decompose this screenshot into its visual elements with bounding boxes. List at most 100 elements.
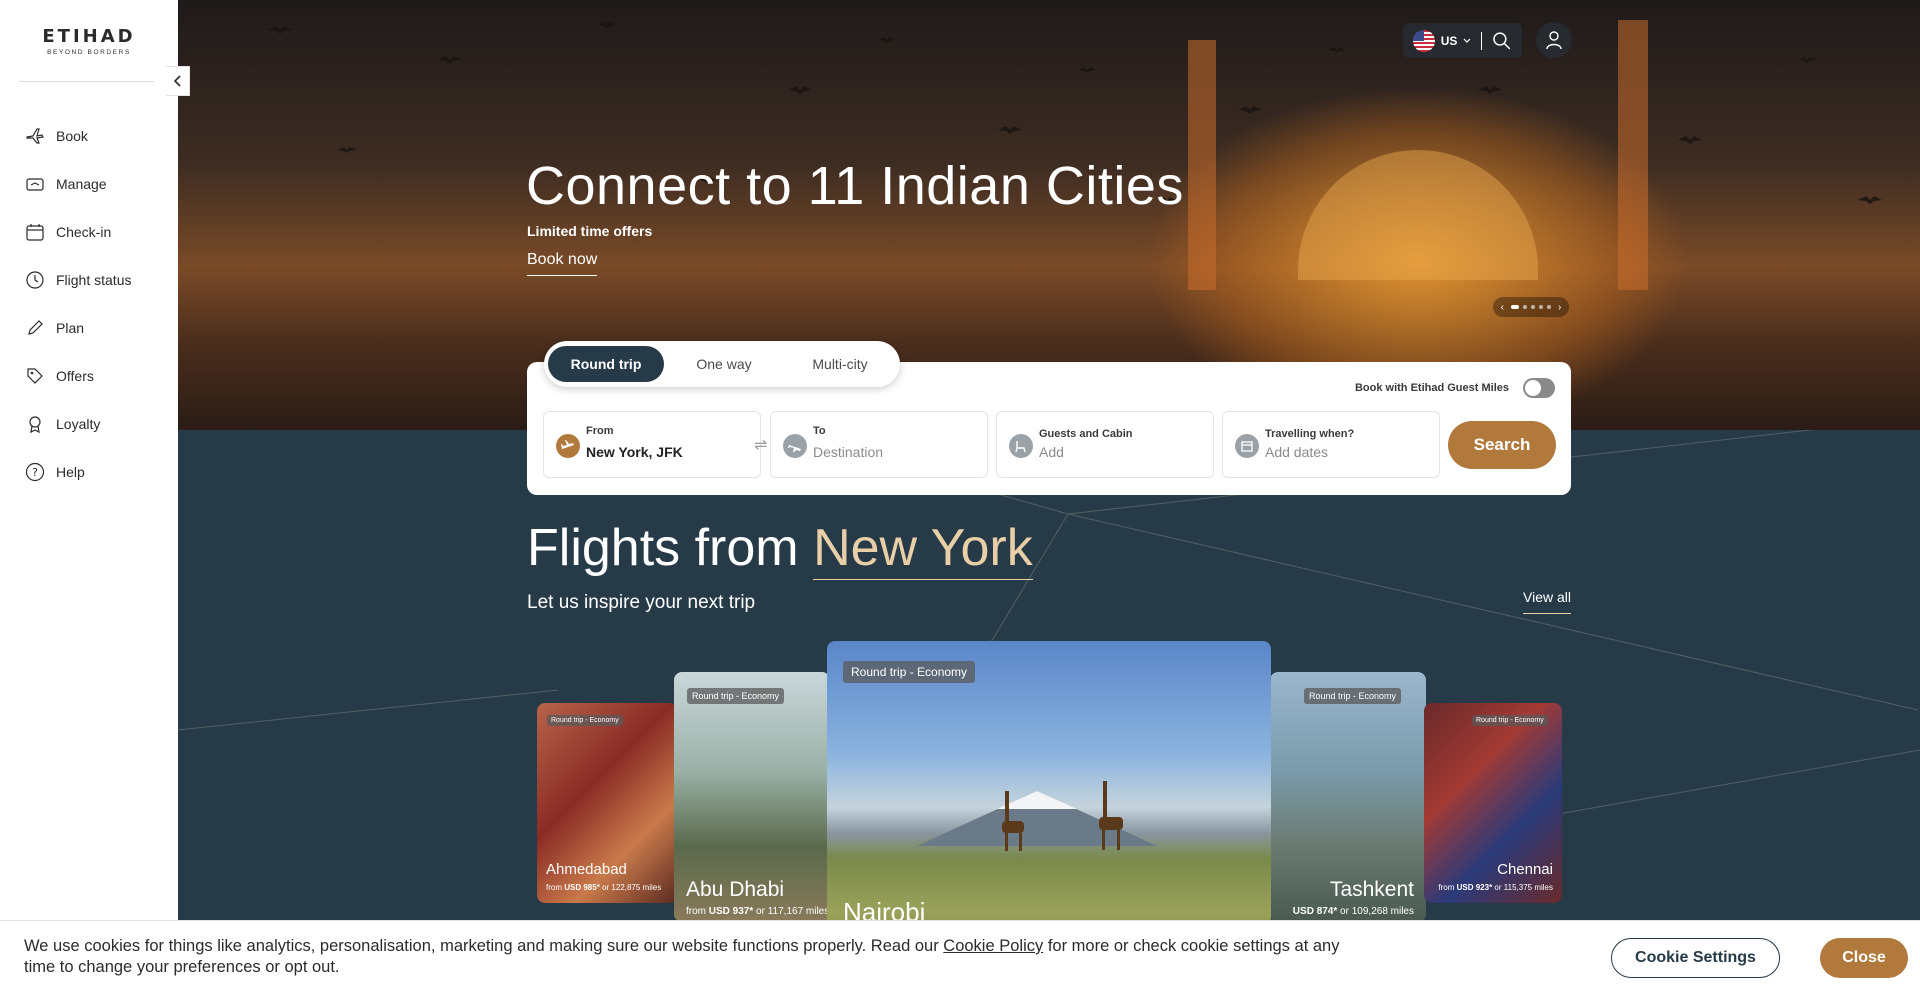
carousel-dot[interactable] bbox=[1539, 305, 1543, 309]
user-icon bbox=[1546, 31, 1562, 50]
carousel-next-icon[interactable]: › bbox=[1558, 302, 1561, 313]
chevron-down-icon bbox=[1463, 38, 1471, 43]
cookie-banner: We use cookies for things like analytics… bbox=[0, 920, 1920, 993]
sidebar-item-label: Plan bbox=[56, 320, 85, 336]
hero-title: Connect to 11 Indian Cities bbox=[526, 156, 1184, 216]
cookie-policy-link[interactable]: Cookie Policy bbox=[943, 937, 1043, 955]
locale-selector[interactable]: US bbox=[1403, 23, 1522, 58]
miles-toggle: Book with Etihad Guest Miles bbox=[1355, 378, 1555, 398]
plane-icon bbox=[24, 125, 46, 147]
cookie-text: We use cookies for things like analytics… bbox=[24, 937, 944, 955]
fare-type-badge: Round trip - Economy bbox=[843, 661, 976, 683]
sidebar: ETIHAD BEYOND BORDERS Book Manage Check-… bbox=[0, 0, 178, 993]
flights-title-prefix: Flights from bbox=[527, 519, 799, 577]
destination-city: Abu Dhabi bbox=[686, 878, 785, 901]
sidebar-item-book[interactable]: Book bbox=[24, 112, 131, 160]
sidebar-item-flight-status[interactable]: Flight status bbox=[24, 256, 131, 304]
destination-card-abu-dhabi[interactable]: Round trip - Economy Abu Dhabi from USD … bbox=[674, 672, 830, 922]
sidebar-item-check-in[interactable]: Check-in bbox=[24, 208, 131, 256]
miles-toggle-switch[interactable] bbox=[1523, 378, 1555, 398]
tab-round-trip[interactable]: Round trip bbox=[548, 346, 664, 382]
ticket-icon bbox=[24, 173, 46, 195]
departure-icon bbox=[556, 434, 580, 458]
destination-price: from USD 923* or 115,375 miles bbox=[1438, 883, 1553, 892]
destination-price: from USD 985* or 122,875 miles bbox=[546, 883, 662, 892]
sidebar-item-offers[interactable]: Offers bbox=[24, 352, 131, 400]
carousel-dot[interactable] bbox=[1523, 305, 1527, 309]
cookie-close-button[interactable]: Close bbox=[1820, 938, 1908, 978]
fare-type-badge: Round trip - Economy bbox=[1472, 715, 1548, 726]
seat-icon bbox=[1009, 434, 1033, 458]
swap-icon[interactable]: ⇌ bbox=[754, 435, 767, 455]
medal-icon bbox=[24, 413, 46, 435]
destination-city: Tashkent bbox=[1329, 878, 1414, 901]
arrival-icon bbox=[783, 434, 807, 458]
guests-label: Guests and Cabin bbox=[1039, 428, 1133, 440]
destination-card-ahmedabad[interactable]: Round trip - Economy Ahmedabad from USD … bbox=[537, 703, 677, 903]
sidebar-item-manage[interactable]: Manage bbox=[24, 160, 131, 208]
destination-card-nairobi[interactable]: Round trip - Economy Nairobi bbox=[827, 641, 1271, 961]
hero-carousel-controls: ‹ › bbox=[1493, 297, 1569, 317]
calendar-icon bbox=[24, 221, 46, 243]
profile-button[interactable] bbox=[1536, 22, 1572, 58]
logo-wordmark: ETIHAD bbox=[42, 26, 136, 47]
search-button[interactable]: Search bbox=[1448, 421, 1556, 469]
guests-cabin-field[interactable]: Guests and Cabin Add bbox=[996, 411, 1214, 478]
view-all-link[interactable]: View all bbox=[1523, 589, 1571, 614]
tab-multi-city[interactable]: Multi-city bbox=[784, 346, 896, 382]
book-now-link[interactable]: Book now bbox=[527, 251, 598, 276]
destination-card-tashkent[interactable]: Round trip - Economy Tashkent USD 874* o… bbox=[1270, 672, 1426, 922]
cookie-message: We use cookies for things like analytics… bbox=[24, 936, 1344, 978]
guests-placeholder: Add bbox=[1039, 444, 1064, 460]
sidebar-item-label: Flight status bbox=[56, 272, 132, 288]
search-icon[interactable] bbox=[1492, 31, 1512, 51]
from-field[interactable]: From New York, JFK bbox=[543, 411, 761, 478]
from-label: From bbox=[586, 425, 614, 437]
dates-label: Travelling when? bbox=[1265, 428, 1355, 440]
carousel-dot[interactable] bbox=[1547, 305, 1551, 309]
to-placeholder: Destination bbox=[813, 444, 884, 460]
dates-placeholder: Add dates bbox=[1265, 444, 1329, 460]
calendar-icon bbox=[1235, 434, 1259, 458]
flights-from-title: Flights from New York bbox=[527, 518, 1033, 580]
sidebar-item-label: Check-in bbox=[56, 224, 112, 240]
sidebar-item-label: Offers bbox=[56, 368, 94, 384]
us-flag-icon bbox=[1413, 29, 1435, 52]
sidebar-item-plan[interactable]: Plan bbox=[24, 304, 131, 352]
flights-subtitle: Let us inspire your next trip bbox=[527, 592, 756, 613]
sidebar-item-label: Loyalty bbox=[56, 416, 101, 432]
trip-type-tabs: Round trip One way Multi-city bbox=[544, 341, 900, 387]
etihad-logo[interactable]: ETIHAD BEYOND BORDERS bbox=[42, 26, 136, 57]
travel-dates-field[interactable]: Travelling when? Add dates bbox=[1222, 411, 1440, 478]
destination-city: Chennai bbox=[1497, 861, 1553, 878]
svg-text:?: ? bbox=[32, 466, 38, 479]
carousel-prev-icon[interactable]: ‹ bbox=[1501, 302, 1504, 313]
destination-price: USD 874* or 109,268 miles bbox=[1292, 906, 1414, 917]
to-field[interactable]: To Destination bbox=[770, 411, 988, 478]
hero-subtitle: Limited time offers bbox=[527, 223, 653, 239]
from-value: New York, JFK bbox=[586, 444, 683, 460]
sidebar-item-label: Book bbox=[56, 128, 88, 144]
fare-type-badge: Round trip - Economy bbox=[1304, 688, 1402, 704]
collapse-sidebar-button[interactable] bbox=[166, 66, 190, 96]
carousel-dot[interactable] bbox=[1511, 305, 1519, 309]
chevron-left-icon bbox=[173, 75, 181, 87]
locale-label: US bbox=[1440, 33, 1458, 48]
sidebar-divider bbox=[19, 81, 154, 82]
sidebar-item-help[interactable]: ? Help bbox=[24, 448, 131, 496]
sidebar-item-label: Help bbox=[56, 464, 85, 480]
tab-one-way[interactable]: One way bbox=[664, 346, 784, 382]
help-icon: ? bbox=[24, 461, 46, 483]
cookie-settings-button[interactable]: Cookie Settings bbox=[1611, 938, 1780, 978]
carousel-dot[interactable] bbox=[1531, 305, 1535, 309]
clock-icon bbox=[24, 269, 46, 291]
destination-price: from USD 937* or 117,167 miles bbox=[686, 906, 830, 917]
tag-icon bbox=[24, 365, 46, 387]
fare-type-badge: Round trip - Economy bbox=[687, 688, 785, 704]
flights-title-city[interactable]: New York bbox=[813, 519, 1033, 580]
destination-card-chennai[interactable]: Round trip - Economy Chennai from USD 92… bbox=[1424, 703, 1562, 903]
sidebar-item-loyalty[interactable]: Loyalty bbox=[24, 400, 131, 448]
sidebar-nav: Book Manage Check-in Flight status Plan … bbox=[24, 112, 131, 496]
locale-separator bbox=[1481, 31, 1483, 50]
miles-toggle-label: Book with Etihad Guest Miles bbox=[1354, 382, 1509, 394]
